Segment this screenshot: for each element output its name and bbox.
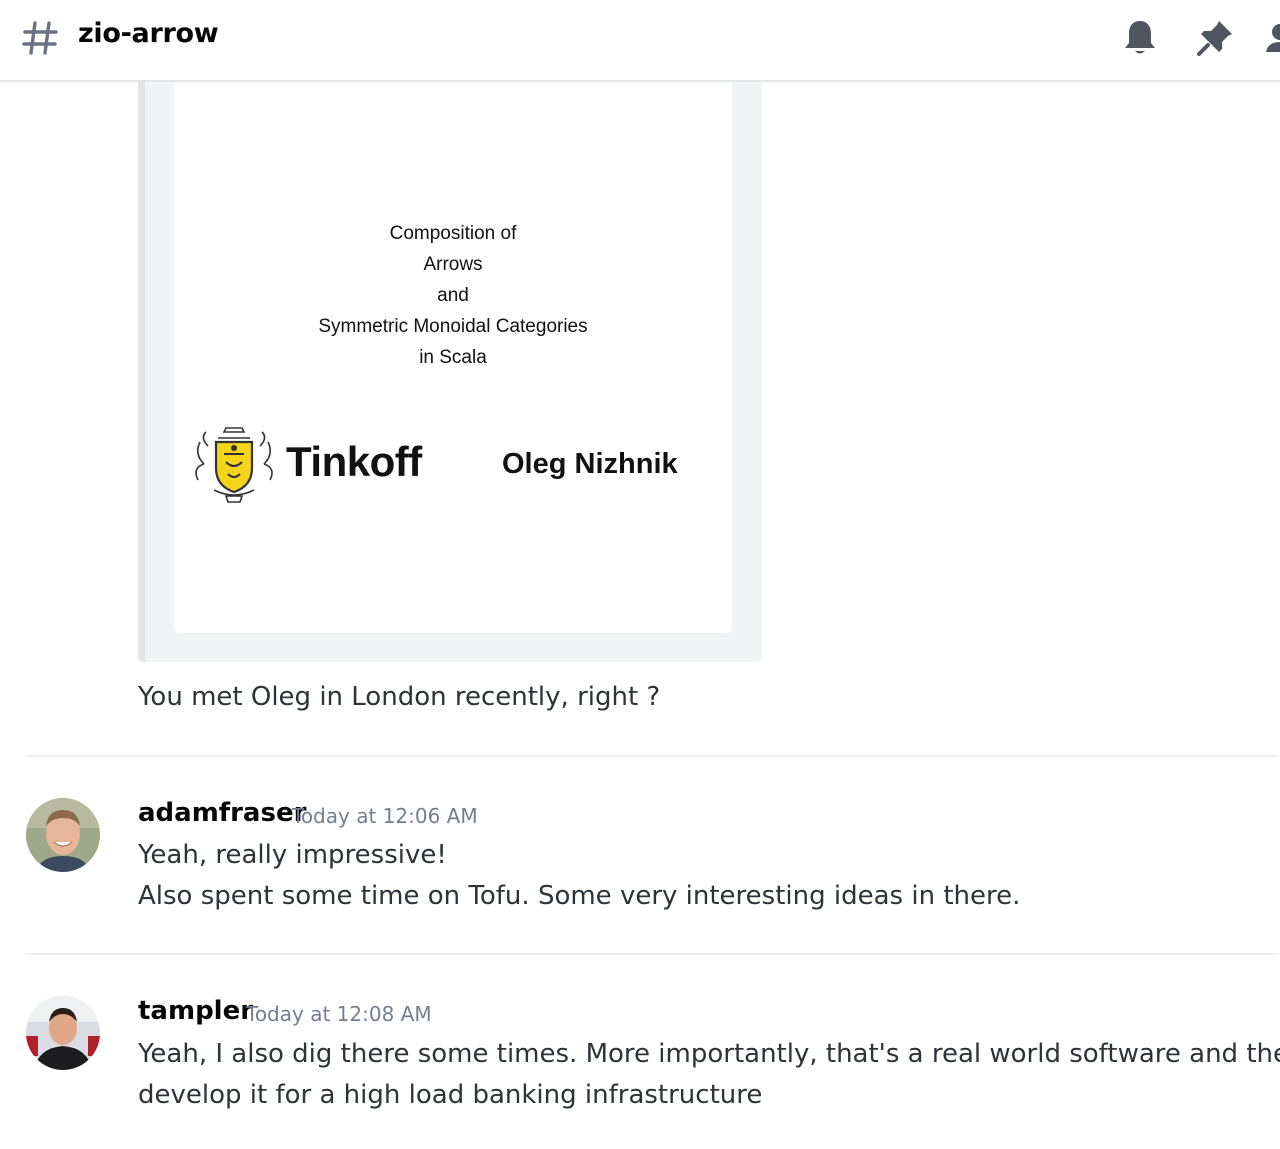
message-text: Also spent some time on Tofu. Some very … bbox=[138, 881, 1021, 911]
slide-image[interactable]: Composition of Arrows and Symmetric Mono… bbox=[174, 82, 732, 633]
slide-title: Composition of Arrows and Symmetric Mono… bbox=[174, 218, 732, 373]
avatar[interactable] bbox=[26, 996, 100, 1070]
channel-header: zio-arrow bbox=[0, 0, 1280, 82]
message-divider bbox=[26, 953, 1278, 955]
members-icon[interactable] bbox=[1266, 18, 1280, 58]
embed-accent-bar bbox=[138, 82, 145, 662]
message-text: Yeah, really impressive! bbox=[138, 840, 447, 870]
timestamp: Today at 12:08 AM bbox=[246, 1002, 432, 1026]
image-embed[interactable]: Composition of Arrows and Symmetric Mono… bbox=[138, 82, 762, 662]
avatar[interactable] bbox=[26, 798, 100, 872]
message-text: Yeah, I also dig there some times. More … bbox=[138, 1039, 1280, 1069]
hashtag-icon bbox=[22, 21, 58, 55]
slide-title-line: Symmetric Monoidal Categories bbox=[318, 316, 588, 337]
bell-icon[interactable] bbox=[1120, 18, 1160, 58]
timestamp: Today at 12:06 AM bbox=[292, 804, 478, 828]
username[interactable]: tampler bbox=[138, 996, 253, 1026]
message-text: You met Oleg in London recently, right ? bbox=[138, 682, 661, 712]
pin-icon[interactable] bbox=[1195, 18, 1235, 58]
slide-title-line: in Scala bbox=[419, 347, 487, 368]
slide-title-line: Composition of bbox=[389, 223, 517, 244]
tinkoff-crest-icon bbox=[195, 427, 273, 503]
message-text: develop it for a high load banking infra… bbox=[138, 1080, 763, 1110]
username[interactable]: adamfraser bbox=[138, 798, 306, 828]
slide-title-line: and bbox=[437, 285, 469, 306]
tinkoff-logo-text: Tinkoff bbox=[286, 438, 422, 485]
slide-author: Oleg Nizhnik bbox=[502, 448, 678, 480]
channel-name: zio-arrow bbox=[78, 18, 219, 49]
message-divider bbox=[26, 755, 1278, 757]
slide-title-line: Arrows bbox=[423, 254, 483, 275]
